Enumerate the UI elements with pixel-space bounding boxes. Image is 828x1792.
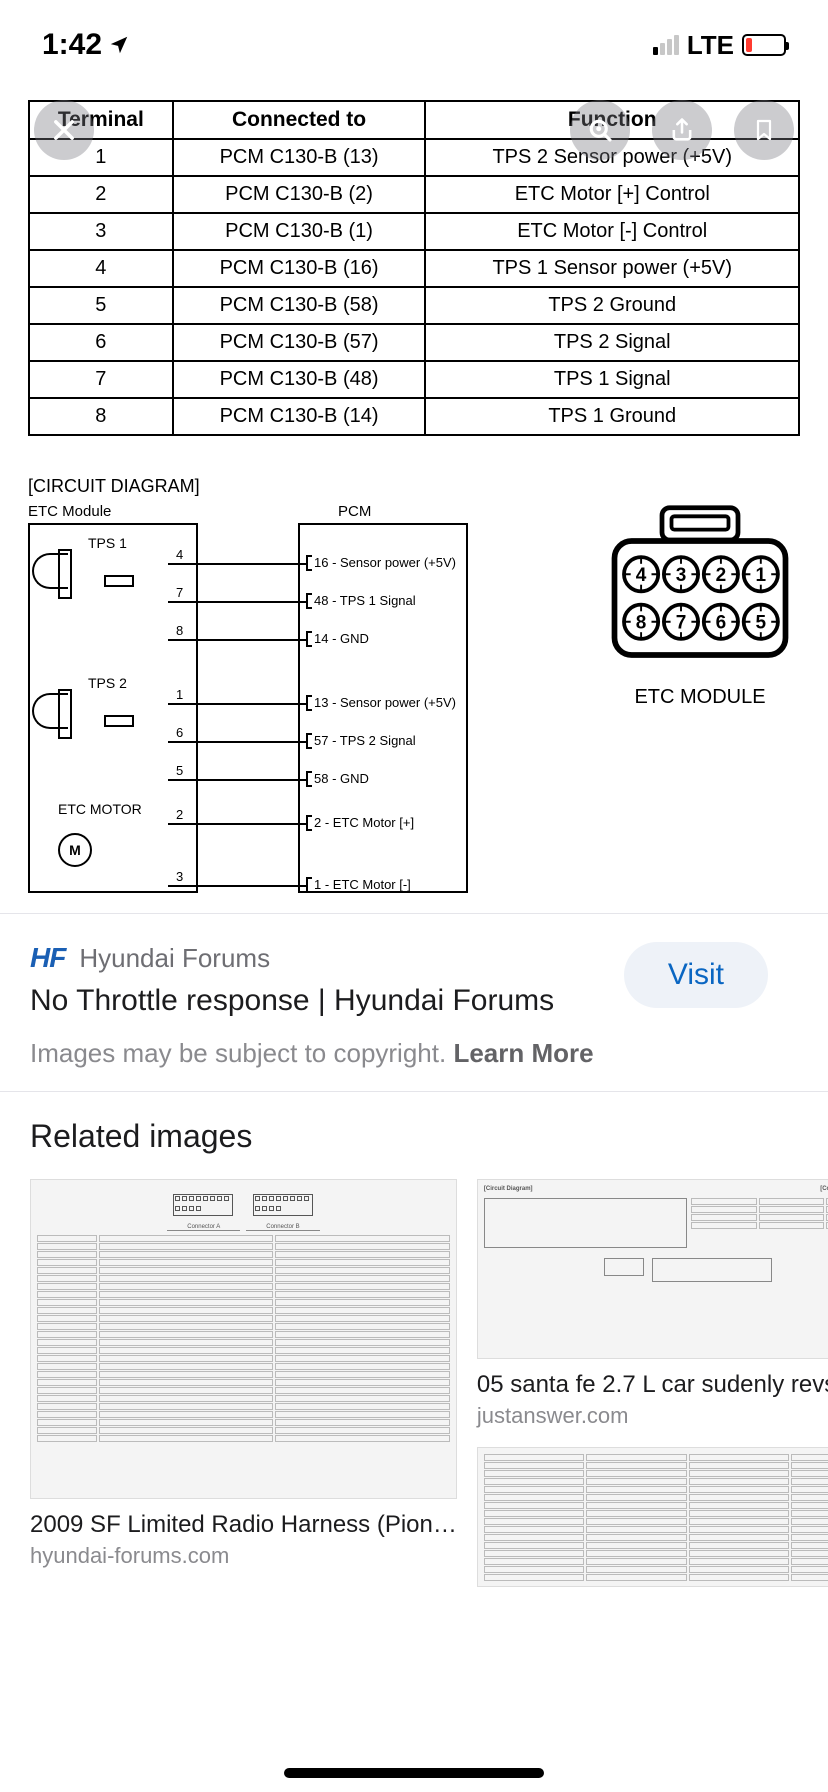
pcm-pin-label: 57 - TPS 2 Signal bbox=[314, 733, 416, 748]
pcm-pin-label: 58 - GND bbox=[314, 771, 369, 786]
visit-button[interactable]: Visit bbox=[624, 942, 768, 1008]
pin-number: 1 bbox=[176, 687, 183, 702]
status-time: 1:42 bbox=[42, 28, 102, 62]
table-row: 5PCM C130-B (58)TPS 2 Ground bbox=[29, 287, 799, 324]
etc-connector: 4 3 2 1 8 7 6 5 ETC MODULE bbox=[600, 503, 800, 709]
signal-icon bbox=[653, 35, 679, 55]
related-section: Related images Connector AConnector B 20… bbox=[0, 1091, 828, 1587]
battery-icon bbox=[742, 34, 786, 56]
thumb-title: 2009 SF Limited Radio Harness (Pion… bbox=[30, 1511, 457, 1539]
circuit-title: [CIRCUIT DIAGRAM] bbox=[28, 476, 800, 497]
svg-text:4: 4 bbox=[636, 565, 647, 586]
home-indicator[interactable] bbox=[284, 1768, 544, 1778]
thumb-image bbox=[477, 1447, 828, 1587]
learn-more-link[interactable]: Learn More bbox=[453, 1038, 593, 1068]
status-bar: 1:42 LTE bbox=[0, 0, 828, 80]
table-row: 4PCM C130-B (16)TPS 1 Sensor power (+5V) bbox=[29, 250, 799, 287]
thumb-image: Connector AConnector B bbox=[30, 1179, 457, 1499]
pin-number: 7 bbox=[176, 585, 183, 600]
connector-label: ETC MODULE bbox=[600, 686, 800, 709]
pin-number: 3 bbox=[176, 869, 183, 884]
lens-icon bbox=[585, 115, 615, 145]
pin-number: 8 bbox=[176, 623, 183, 638]
location-icon bbox=[108, 34, 130, 56]
close-icon bbox=[50, 116, 78, 144]
source-logo: HF bbox=[30, 942, 65, 974]
svg-text:8: 8 bbox=[636, 612, 647, 633]
pin-number: 6 bbox=[176, 725, 183, 740]
pin-number: 5 bbox=[176, 763, 183, 778]
table-row: 6PCM C130-B (57)TPS 2 Signal bbox=[29, 324, 799, 361]
copyright-text: Images may be subject to copyright. Lear… bbox=[30, 1038, 798, 1069]
related-thumb[interactable]: Connector AConnector B 2009 SF Limited R… bbox=[30, 1179, 457, 1587]
circuit-diagram: [CIRCUIT DIAGRAM] ETC Module PCM TPS 1 T… bbox=[28, 476, 800, 903]
thumb-source: hyundai-forums.com bbox=[30, 1543, 457, 1569]
svg-text:7: 7 bbox=[676, 612, 687, 633]
table-row: 3PCM C130-B (1)ETC Motor [-] Control bbox=[29, 213, 799, 250]
svg-text:3: 3 bbox=[676, 565, 687, 586]
pcm-pin-label: 1 - ETC Motor [-] bbox=[314, 877, 411, 892]
related-thumb[interactable] bbox=[477, 1447, 828, 1587]
thumb-title: 05 santa fe 2.7 L car sudenly revs hig… bbox=[477, 1371, 828, 1399]
pcm-pin-label: 16 - Sensor power (+5V) bbox=[314, 555, 456, 570]
related-heading: Related images bbox=[30, 1118, 798, 1155]
svg-text:6: 6 bbox=[716, 612, 727, 633]
svg-text:1: 1 bbox=[756, 565, 767, 586]
share-icon bbox=[668, 115, 696, 145]
pcm-label: PCM bbox=[338, 503, 371, 520]
svg-text:5: 5 bbox=[756, 612, 767, 633]
lens-button[interactable] bbox=[570, 100, 630, 160]
svg-text:2: 2 bbox=[716, 565, 727, 586]
network-label: LTE bbox=[687, 30, 734, 61]
etc-motor-label: ETC MOTOR bbox=[58, 801, 142, 817]
tps1-label: TPS 1 bbox=[88, 535, 127, 551]
share-button[interactable] bbox=[652, 100, 712, 160]
pcm-pin-label: 48 - TPS 1 Signal bbox=[314, 593, 416, 608]
table-row: 2PCM C130-B (2)ETC Motor [+] Control bbox=[29, 176, 799, 213]
pin-number: 4 bbox=[176, 547, 183, 562]
etc-module-label: ETC Module bbox=[28, 503, 111, 520]
close-button[interactable] bbox=[34, 100, 94, 160]
pin-number: 2 bbox=[176, 807, 183, 822]
source-name: Hyundai Forums bbox=[79, 943, 270, 974]
pcm-pin-label: 14 - GND bbox=[314, 631, 369, 646]
bookmark-button[interactable] bbox=[734, 100, 794, 160]
thumb-source: justanswer.com bbox=[477, 1403, 828, 1429]
image-info-panel: Visit HF Hyundai Forums No Throttle resp… bbox=[0, 913, 828, 1091]
pcm-pin-label: 2 - ETC Motor [+] bbox=[314, 815, 414, 830]
table-row: 7PCM C130-B (48)TPS 1 Signal bbox=[29, 361, 799, 398]
related-thumb[interactable]: [Circuit Diagram][Connection Information… bbox=[477, 1179, 828, 1429]
table-row: 8PCM C130-B (14)TPS 1 Ground bbox=[29, 398, 799, 435]
bookmark-icon bbox=[752, 116, 776, 144]
tps2-label: TPS 2 bbox=[88, 675, 127, 691]
thumb-image: [Circuit Diagram][Connection Information… bbox=[477, 1179, 828, 1359]
pcm-pin-label: 13 - Sensor power (+5V) bbox=[314, 695, 456, 710]
image-viewer[interactable]: Terminal Connected to Function 1PCM C130… bbox=[0, 80, 828, 913]
motor-symbol: M bbox=[58, 833, 92, 867]
